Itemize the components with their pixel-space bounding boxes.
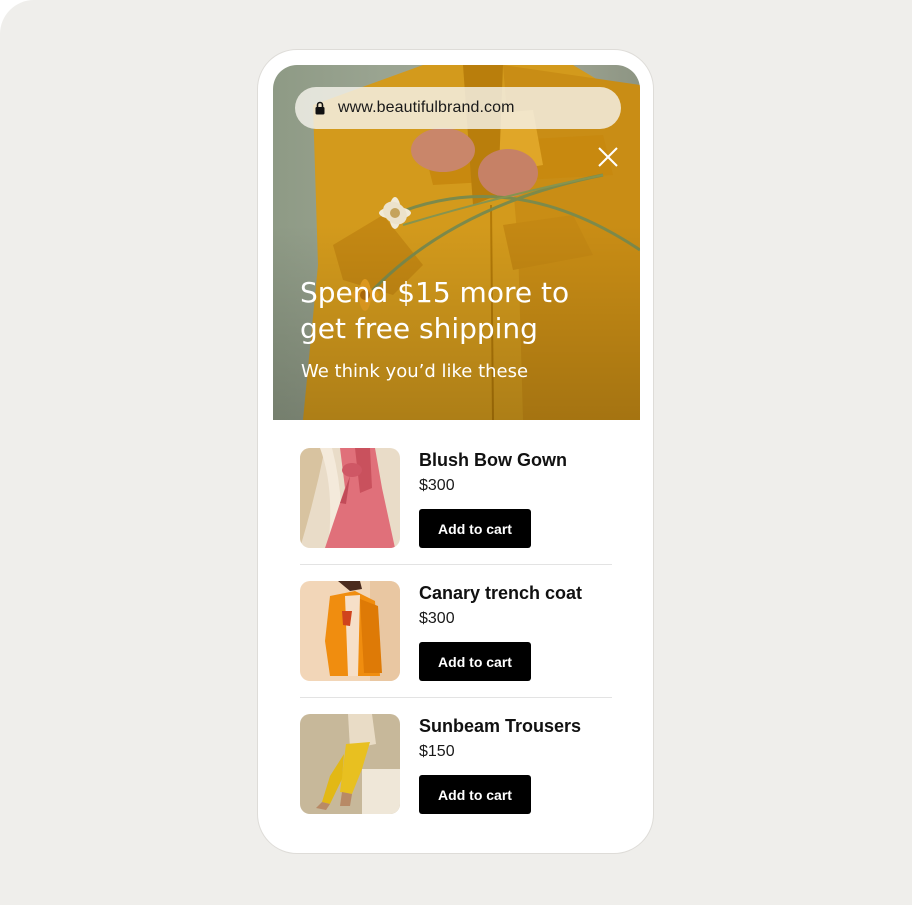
list-item: Canary trench coat $300 Add to cart <box>300 581 612 698</box>
product-price: $300 <box>419 477 455 494</box>
phone-frame: www.beautifulbrand.com Spend $15 more to… <box>257 49 654 854</box>
lock-icon <box>315 101 325 115</box>
product-price: $300 <box>419 610 455 627</box>
product-image-trousers[interactable] <box>300 714 400 814</box>
browser-url-bar[interactable]: www.beautifulbrand.com <box>295 87 621 129</box>
add-to-cart-button[interactable]: Add to cart <box>419 642 531 681</box>
list-item: Blush Bow Gown $300 Add to cart <box>300 448 612 565</box>
product-name[interactable]: Sunbeam Trousers <box>419 716 581 737</box>
page-background: www.beautifulbrand.com Spend $15 more to… <box>0 0 912 905</box>
url-text: www.beautifulbrand.com <box>338 99 515 116</box>
product-image-trench[interactable] <box>300 581 400 681</box>
product-list: Blush Bow Gown $300 Add to cart Canary t… <box>300 448 612 830</box>
add-to-cart-button[interactable]: Add to cart <box>419 509 531 548</box>
hero-banner: www.beautifulbrand.com Spend $15 more to… <box>273 65 640 420</box>
product-price: $150 <box>419 743 455 760</box>
close-icon[interactable] <box>596 145 620 169</box>
list-item: Sunbeam Trousers $150 Add to cart <box>300 714 612 830</box>
add-to-cart-button[interactable]: Add to cart <box>419 775 531 814</box>
promo-headline: Spend $15 more to get free shipping <box>300 276 570 345</box>
product-image-gown[interactable] <box>300 448 400 548</box>
product-name[interactable]: Blush Bow Gown <box>419 450 567 471</box>
product-name[interactable]: Canary trench coat <box>419 583 582 604</box>
promo-subhead: We think you’d like these <box>301 361 529 382</box>
